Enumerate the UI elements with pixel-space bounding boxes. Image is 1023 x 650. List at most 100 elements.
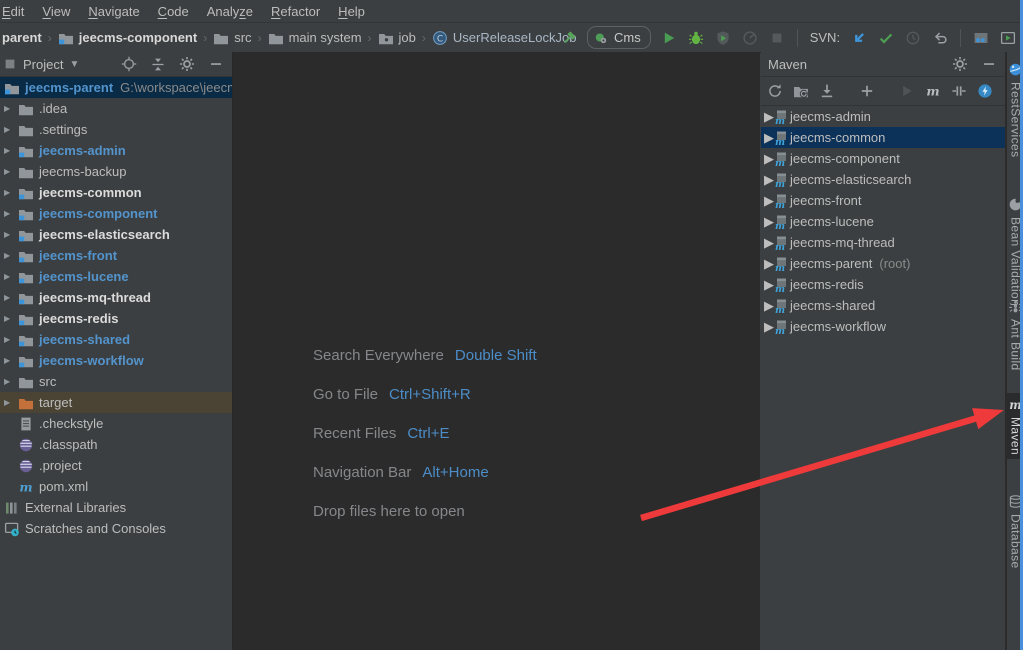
project-tree-item-jeecms-workflow[interactable]: ▶jeecms-workflow [0,350,232,371]
maven-module-label: jeecms-shared [790,298,875,313]
project-tree-item--project[interactable]: .project [0,455,232,476]
menu-view[interactable]: View [33,4,79,19]
svg-text:m: m [775,221,785,230]
run-config-selector[interactable]: Cms [587,26,651,49]
maven-module-jeecms-shared[interactable]: ▶mjeecms-shared [761,295,1005,316]
project-tree-item--settings[interactable]: ▶.settings [0,119,232,140]
project-tree-item-jeecms-mq-thread[interactable]: ▶jeecms-mq-thread [0,287,232,308]
collapse-all-button[interactable] [149,55,167,73]
maven-module-jeecms-workflow[interactable]: ▶mjeecms-workflow [761,316,1005,337]
project-tree-item-jeecms-common[interactable]: ▶jeecms-common [0,182,232,203]
project-tree-item--idea[interactable]: ▶.idea [0,98,232,119]
menu-analyze[interactable]: Analyze [198,4,262,19]
breadcrumb-item[interactable]: CUserReleaseLockJob [432,30,577,46]
maven-module-label: jeecms-mq-thread [790,235,895,250]
maven-module-jeecms-component[interactable]: ▶mjeecms-component [761,148,1005,169]
project-tree-item-target[interactable]: ▶target [0,392,232,413]
menu-edit[interactable]: Edit [0,4,33,19]
breadcrumb-label: main system [289,30,362,45]
collapse-all-icon [150,56,166,72]
tree-item-path: G:\workspace\jeecm [120,80,232,95]
hide-project-panel-button[interactable] [207,55,225,73]
run-maven-build-button [899,82,915,100]
run-with-coverage-button[interactable] [714,29,732,47]
project-tree-item-jeecms-admin[interactable]: ▶jeecms-admin [0,140,232,161]
update-project-button[interactable] [850,29,868,47]
hammer-icon [561,30,577,46]
play-gray-icon [899,83,915,99]
download-sources-button[interactable] [819,82,835,100]
rollback-button[interactable] [931,29,949,47]
structure-icon [973,30,989,46]
menu-help[interactable]: Help [329,4,374,19]
generate-sources-button[interactable] [793,82,809,100]
breadcrumb-item[interactable]: job [378,30,416,46]
maven-module-icon: m [774,172,790,188]
run-button[interactable] [660,29,678,47]
project-tree-item-jeecms-elasticsearch[interactable]: ▶jeecms-elasticsearch [0,224,232,245]
project-tree-item-scratches-and-consoles[interactable]: Scratches and Consoles [0,518,232,539]
maven-module-jeecms-mq-thread[interactable]: ▶mjeecms-mq-thread [761,232,1005,253]
maven-module-jeecms-common[interactable]: ▶mjeecms-common [761,127,1005,148]
project-tree-item-pom-xml[interactable]: mpom.xml [0,476,232,497]
maven-module-jeecms-front[interactable]: ▶mjeecms-front [761,190,1005,211]
maven-module-jeecms-redis[interactable]: ▶mjeecms-redis [761,274,1005,295]
maven-module-jeecms-lucene[interactable]: ▶mjeecms-lucene [761,211,1005,232]
project-tree-item-jeecms-component[interactable]: ▶jeecms-component [0,203,232,224]
breadcrumb-separator: › [368,31,372,45]
project-tree-item-jeecms-shared[interactable]: ▶ jeecms-shared [0,329,232,350]
menu-code[interactable]: Code [149,4,198,19]
stop-button [768,29,786,47]
reimport-all-maven-projects-button[interactable] [767,82,783,100]
svg-text:m: m [19,479,32,494]
skip-tests-toggle[interactable] [951,82,967,100]
project-tree-item-jeecms-parent[interactable]: jeecms-parentG:\workspace\jeecm [0,77,232,98]
shortcut-keys: Double Shift [455,347,537,364]
project-structure-button[interactable] [972,29,990,47]
menu-navigate[interactable]: Navigate [79,4,148,19]
run-config-icon [594,31,608,45]
toolbar-separator [797,29,798,47]
debug-button[interactable] [687,29,705,47]
offline-mode-toggle[interactable] [977,82,993,100]
profiler-icon [742,30,758,46]
run-config-label: Cms [614,30,641,45]
maven-module-label: jeecms-redis [790,277,864,292]
project-panel-title[interactable]: Project [23,57,63,72]
maven-module-jeecms-elasticsearch[interactable]: ▶mjeecms-elasticsearch [761,169,1005,190]
maven-module-jeecms-admin[interactable]: ▶mjeecms-admin [761,106,1005,127]
editor-area[interactable]: Search EverywhereDouble ShiftGo to FileC… [233,52,760,650]
execute-maven-goal-button[interactable]: m [925,82,941,100]
tree-item-label: jeecms-shared [39,332,130,347]
hide-maven-panel-button[interactable] [980,55,998,73]
add-maven-project-button[interactable] [859,82,875,100]
maven-module-jeecms-parent[interactable]: ▶mjeecms-parent(root) [761,253,1005,274]
project-tree-item-jeecms-front[interactable]: ▶jeecms-front [0,245,232,266]
project-tree-item-external-libraries[interactable]: External Libraries [0,497,232,518]
module-folder-icon [58,30,74,46]
run-anything-button[interactable] [999,29,1017,47]
project-tree-item-jeecms-redis[interactable]: ▶jeecms-redis [0,308,232,329]
build-button[interactable] [560,29,578,47]
menu-refactor[interactable]: Refactor [262,4,329,19]
breadcrumb-item[interactable]: jeecms-component [58,30,197,46]
shortcut-hint-line: Recent FilesCtrl+E [313,414,537,453]
project-tree-item-src[interactable]: ▶src [0,371,232,392]
breadcrumb-item[interactable]: parent [2,30,42,45]
breadcrumb-item[interactable]: main system [268,30,362,46]
project-tree-item-jeecms-lucene[interactable]: ▶jeecms-lucene [0,266,232,287]
project-tree-item-jeecms-backup[interactable]: ▶jeecms-backup [0,161,232,182]
chevron-right-icon: ▶ [4,335,18,344]
commit-changes-button[interactable] [877,29,895,47]
chevron-right-icon: ▶ [4,167,18,176]
breadcrumb-item[interactable]: src [213,30,251,46]
project-settings-button[interactable] [178,55,196,73]
project-tree-item--checkstyle[interactable]: .checkstyle [0,413,232,434]
project-tree-item--classpath[interactable]: .classpath [0,434,232,455]
maven-settings-button[interactable] [951,55,969,73]
shortcut-keys: Ctrl+Shift+R [389,386,471,403]
gear-icon [952,56,968,72]
select-opened-file-button[interactable] [120,55,138,73]
download-icon [819,83,835,99]
offline-icon [977,83,993,99]
